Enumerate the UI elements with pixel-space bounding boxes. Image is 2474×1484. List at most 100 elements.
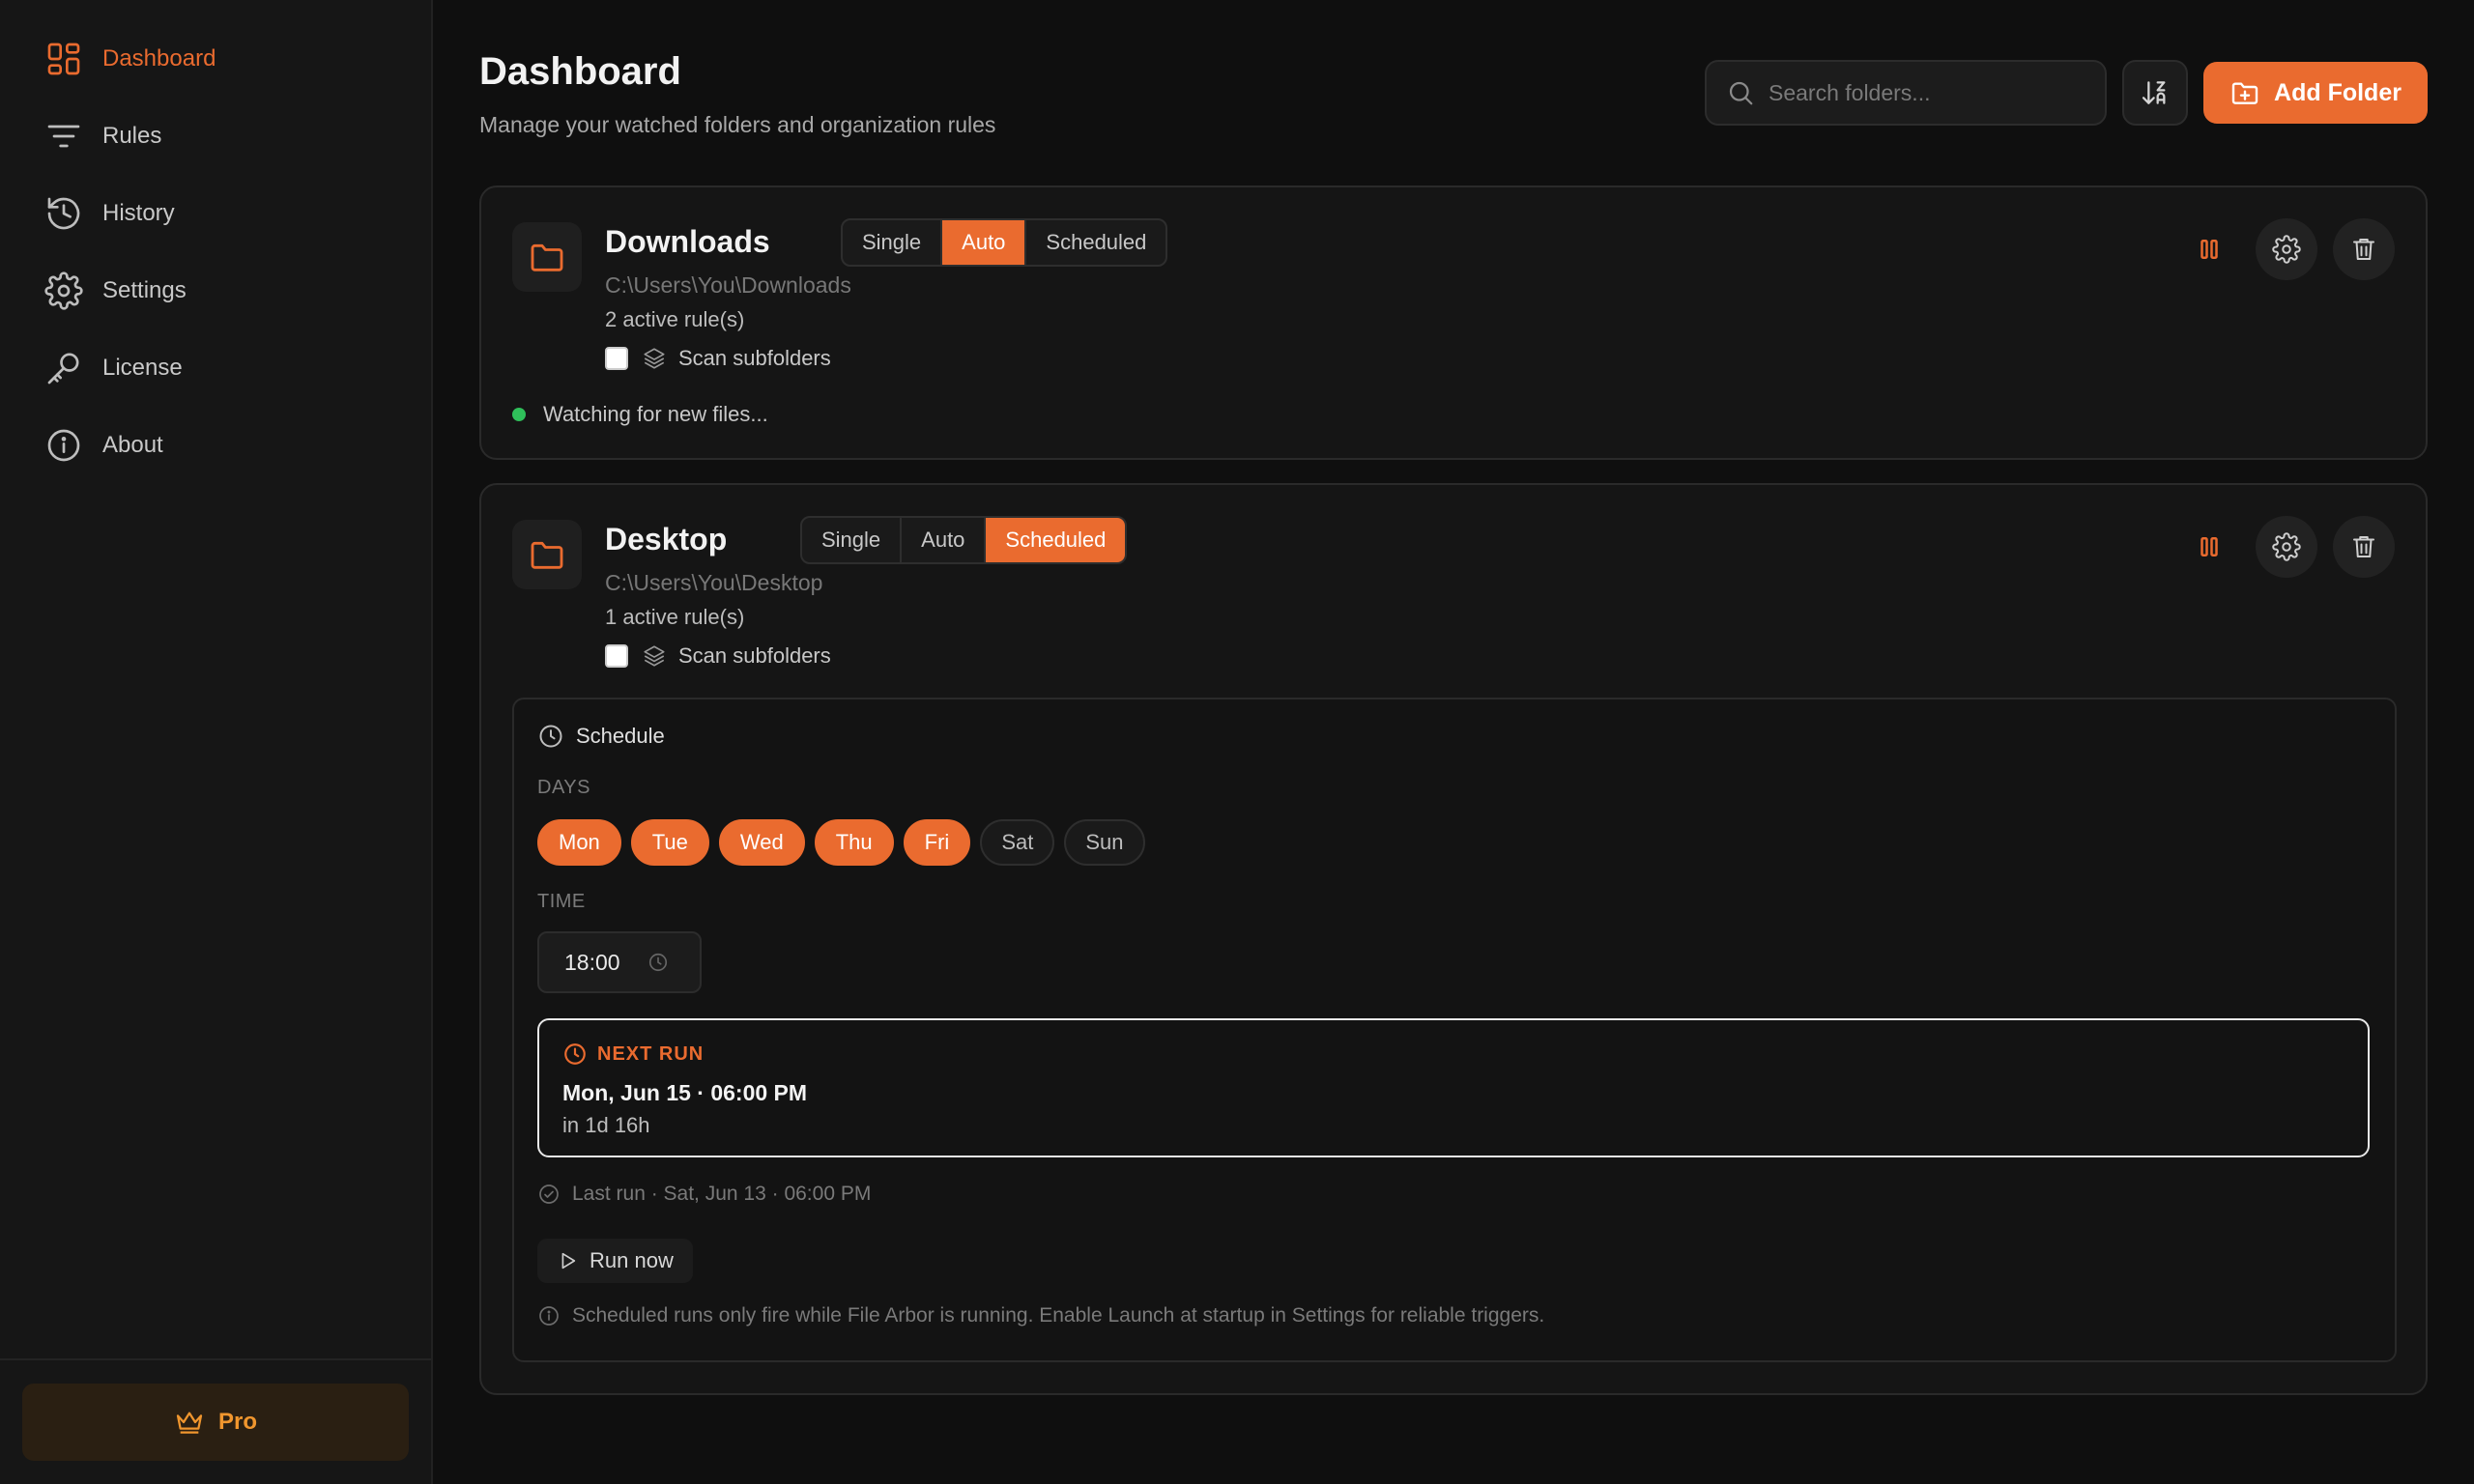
pro-button[interactable]: Pro: [22, 1384, 409, 1461]
search-input[interactable]: [1769, 79, 2078, 106]
schedule-panel: Schedule DAYS Mon Tue Wed Thu Fri Sat Su…: [512, 698, 2397, 1362]
folder-path: C:\Users\You\Desktop: [605, 570, 823, 595]
info-icon: [539, 1306, 559, 1326]
run-now-label: Run now: [590, 1248, 674, 1272]
history-icon: [47, 197, 80, 230]
sidebar-item-history[interactable]: History: [44, 185, 392, 243]
mode-selector: Single Auto Scheduled: [800, 516, 1128, 564]
mode-auto[interactable]: Auto: [942, 220, 1027, 265]
sidebar-item-label: About: [102, 432, 163, 458]
key-icon: [47, 353, 79, 385]
sidebar-item-license[interactable]: License: [44, 339, 392, 397]
folder-tile: [512, 222, 582, 292]
pause-button[interactable]: [2178, 218, 2240, 280]
card-actions: [2163, 516, 2395, 578]
mode-scheduled[interactable]: Scheduled: [1026, 220, 1165, 265]
status-dot: [512, 408, 526, 421]
sidebar-item-label: History: [102, 200, 175, 226]
play-icon: [561, 1252, 576, 1270]
sidebar-divider: [0, 1358, 431, 1360]
watch-status-text: Watching for new files...: [543, 402, 768, 426]
sidebar-item-rules[interactable]: Rules: [44, 107, 392, 165]
watch-status: Watching for new files...: [512, 402, 768, 427]
pro-label: Pro: [217, 1409, 257, 1435]
gear-icon: [2272, 532, 2301, 561]
scan-subfolders-checkbox[interactable]: [605, 644, 628, 668]
folder-icon: [531, 541, 563, 569]
mode-auto[interactable]: Auto: [902, 518, 987, 562]
mode-single[interactable]: Single: [843, 220, 943, 265]
sidebar-item-about[interactable]: About: [44, 416, 392, 474]
delete-folder-button[interactable]: [2333, 218, 2395, 280]
trash-icon: [2353, 239, 2374, 260]
next-run-label: NEXT RUN: [597, 1042, 705, 1065]
sidebar-item-label: Dashboard: [102, 45, 216, 71]
add-folder-label: Add Folder: [2274, 78, 2402, 106]
last-run-text: Last run · Sat, Jun 13 · 06:00 PM: [572, 1183, 872, 1205]
scan-subfolders-row: Scan subfolders: [605, 643, 831, 669]
time-label: TIME: [537, 891, 586, 912]
days-selector: Mon Tue Wed Thu Fri Sat Sun: [537, 819, 1155, 866]
pause-icon: [2201, 240, 2218, 259]
next-run-header: NEXT RUN: [562, 1042, 704, 1067]
sidebar-item-settings[interactable]: Settings: [44, 262, 392, 320]
gear-icon: [44, 271, 83, 310]
clock-icon: [564, 1043, 586, 1065]
mode-single[interactable]: Single: [802, 518, 903, 562]
time-value: 18:00: [564, 949, 620, 975]
folder-rules-count: 2 active rule(s): [605, 307, 745, 331]
layers-icon: [644, 348, 665, 369]
check-circle-icon: [539, 1184, 559, 1204]
schedule-title: Schedule: [576, 724, 665, 748]
next-run-box: NEXT RUN Mon, Jun 15 · 06:00 PM in 1d 16…: [537, 1018, 2370, 1157]
day-toggle-wed[interactable]: Wed: [718, 819, 805, 866]
scan-subfolders-checkbox[interactable]: [605, 347, 628, 370]
crown-icon: [176, 1412, 203, 1434]
delete-folder-button[interactable]: [2333, 516, 2395, 578]
folder-card-downloads: Downloads Single Auto Scheduled C:\Users…: [479, 186, 2428, 460]
clock-icon: [539, 725, 562, 748]
folder-rules-count: 1 active rule(s): [605, 605, 745, 629]
sidebar-item-dashboard[interactable]: Dashboard: [44, 30, 392, 88]
folder-tile: [512, 520, 582, 589]
day-toggle-sat[interactable]: Sat: [980, 819, 1055, 866]
info-icon: [47, 429, 80, 462]
day-toggle-fri[interactable]: Fri: [903, 819, 971, 866]
folder-icon: [531, 243, 563, 271]
sidebar-item-label: Rules: [102, 123, 162, 149]
folder-name: Desktop: [605, 522, 728, 556]
schedule-note: Scheduled runs only fire while File Arbo…: [537, 1304, 1544, 1327]
day-toggle-tue[interactable]: Tue: [630, 819, 709, 866]
next-run-relative: in 1d 16h: [562, 1113, 650, 1137]
folder-card-desktop: Desktop Single Auto Scheduled C:\Users\Y…: [479, 483, 2428, 1395]
sidebar-item-label: License: [102, 355, 183, 381]
day-toggle-mon[interactable]: Mon: [537, 819, 621, 866]
add-folder-button[interactable]: Add Folder: [2203, 62, 2428, 124]
run-now-button[interactable]: Run now: [537, 1239, 693, 1283]
filter-icon: [47, 125, 80, 148]
scan-subfolders-label: Scan subfolders: [678, 346, 831, 370]
last-run: Last run · Sat, Jun 13 · 06:00 PM: [537, 1183, 871, 1206]
search-icon: [1729, 81, 1753, 105]
search-box: [1705, 60, 2107, 126]
schedule-note-text: Scheduled runs only fire while File Arbo…: [572, 1304, 1545, 1327]
layers-icon: [644, 645, 665, 667]
sort-icon: [2142, 81, 2166, 104]
pause-button[interactable]: [2178, 516, 2240, 578]
time-input[interactable]: 18:00: [537, 931, 702, 993]
scan-subfolders-label: Scan subfolders: [678, 643, 831, 668]
sidebar-item-label: Settings: [102, 277, 187, 303]
day-toggle-thu[interactable]: Thu: [814, 819, 894, 866]
schedule-header: Schedule: [537, 723, 665, 750]
next-run-date: Mon, Jun 15 · 06:00 PM: [562, 1080, 808, 1105]
mode-scheduled[interactable]: Scheduled: [986, 518, 1126, 562]
sidebar: Dashboard Rules History Settings License…: [0, 0, 433, 1484]
folder-settings-button[interactable]: [2256, 516, 2317, 578]
sort-button[interactable]: [2122, 60, 2188, 126]
trash-icon: [2353, 536, 2374, 557]
day-toggle-sun[interactable]: Sun: [1064, 819, 1145, 866]
folder-plus-icon: [2231, 82, 2258, 104]
days-label: DAYS: [537, 777, 590, 798]
folder-settings-button[interactable]: [2256, 218, 2317, 280]
gear-icon: [2272, 235, 2301, 264]
